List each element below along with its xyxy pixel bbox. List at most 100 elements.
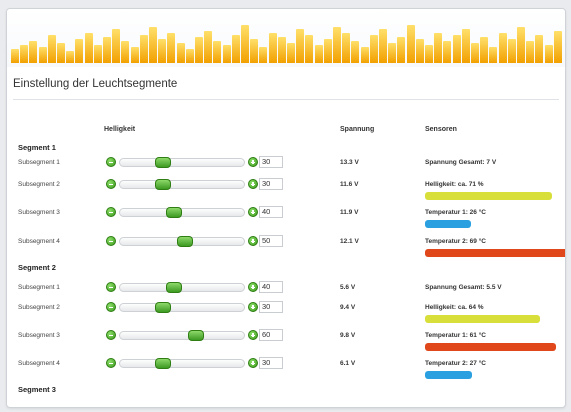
sensor-reading: Temperatur 2: 27 °C	[425, 360, 486, 367]
subsegment-label: Subsegment 2	[18, 304, 60, 311]
subsegment-label: Subsegment 3	[18, 209, 60, 216]
banner-bar	[11, 49, 19, 63]
brightness-slider[interactable]	[119, 302, 245, 313]
sensor-reading: Temperatur 1: 26 °C	[425, 209, 486, 216]
brightness-increase-button[interactable]	[248, 302, 258, 312]
brightness-decrease-button[interactable]	[106, 157, 116, 167]
banner-bar	[305, 35, 314, 63]
brightness-slider[interactable]	[119, 179, 245, 190]
banner-bar	[213, 41, 222, 63]
banner-bar	[425, 45, 433, 63]
brightness-slider[interactable]	[119, 207, 245, 218]
voltage-value: 9.4 V	[340, 304, 356, 311]
brightness-decrease-button[interactable]	[106, 358, 116, 368]
banner-bar	[231, 35, 240, 63]
brightness-increase-button[interactable]	[248, 236, 258, 246]
subsegment-label: Subsegment 1	[18, 284, 60, 291]
brightness-slider-thumb[interactable]	[155, 179, 171, 190]
voltage-value: 12.1 V	[340, 238, 359, 245]
main-panel: Einstellung der Leuchtsegmente Helligkei…	[6, 8, 566, 408]
subsegment-label: Subsegment 2	[18, 181, 60, 188]
banner-bar	[369, 35, 378, 63]
brightness-decrease-button[interactable]	[106, 302, 116, 312]
banner-bar	[38, 47, 47, 63]
brightness-value-input[interactable]: 30	[259, 301, 283, 313]
brightness-slider[interactable]	[119, 236, 245, 247]
brightness-value-input[interactable]: 40	[259, 281, 283, 293]
banner-bar	[158, 39, 167, 63]
banner-bar	[66, 51, 75, 63]
banner-bar	[553, 31, 562, 63]
banner-bar	[314, 45, 323, 63]
brightness-value-input[interactable]: 60	[259, 329, 283, 341]
banner-bar	[323, 39, 332, 63]
banner-bar	[397, 37, 406, 63]
brightness-slider-thumb[interactable]	[166, 282, 182, 293]
banner-bar	[57, 43, 65, 63]
banner-bar	[452, 35, 461, 63]
brightness-slider-thumb[interactable]	[177, 236, 193, 247]
header-banner	[7, 9, 565, 67]
banner-bar	[195, 37, 203, 63]
brightness-decrease-button[interactable]	[106, 330, 116, 340]
banner-bar	[471, 43, 479, 63]
segment-heading: Segment 1	[18, 143, 56, 152]
banner-bar	[139, 35, 148, 63]
sensor-level-bar	[425, 220, 471, 228]
brightness-slider-thumb[interactable]	[188, 330, 204, 341]
voltage-value: 5.6 V	[340, 284, 356, 291]
banner-bar	[461, 29, 470, 63]
banner-bar	[277, 37, 286, 63]
sensor-reading: Spannung Gesamt: 5.5 V	[425, 284, 502, 291]
banner-bar	[526, 41, 535, 63]
banner-bar	[360, 47, 369, 63]
brightness-decrease-button[interactable]	[106, 236, 116, 246]
banner-bar	[489, 47, 498, 63]
brightness-value-input[interactable]: 50	[259, 235, 283, 247]
subsegment-label: Subsegment 4	[18, 360, 60, 367]
sensor-level-bar	[425, 315, 540, 323]
brightness-slider-thumb[interactable]	[155, 157, 171, 168]
title-divider	[13, 99, 559, 100]
voltage-value: 11.9 V	[340, 209, 359, 216]
banner-bar	[333, 27, 341, 63]
brightness-increase-button[interactable]	[248, 179, 258, 189]
brightness-value-input[interactable]: 40	[259, 206, 283, 218]
banner-bar	[268, 33, 277, 63]
brightness-decrease-button[interactable]	[106, 282, 116, 292]
banner-bar	[241, 25, 249, 63]
brightness-increase-button[interactable]	[248, 157, 258, 167]
brightness-decrease-button[interactable]	[106, 207, 116, 217]
brightness-slider-thumb[interactable]	[166, 207, 182, 218]
brightness-value-input[interactable]: 30	[259, 178, 283, 190]
brightness-slider[interactable]	[119, 282, 245, 293]
brightness-increase-button[interactable]	[248, 330, 258, 340]
banner-bar	[93, 45, 102, 63]
brightness-decrease-button[interactable]	[106, 179, 116, 189]
voltage-value: 11.6 V	[340, 181, 359, 188]
banner-bar	[167, 33, 176, 63]
banner-bar	[379, 29, 387, 63]
brightness-slider[interactable]	[119, 157, 245, 168]
banner-bar	[176, 43, 185, 63]
brightness-value-input[interactable]: 30	[259, 156, 283, 168]
brightness-increase-button[interactable]	[248, 207, 258, 217]
brightness-slider-thumb[interactable]	[155, 358, 171, 369]
banner-bar	[20, 45, 29, 63]
subsegment-label: Subsegment 4	[18, 238, 60, 245]
banner-bar	[434, 33, 443, 63]
banner-bar-graphic	[11, 15, 563, 63]
banner-bar	[517, 27, 525, 63]
segment-heading: Segment 2	[18, 263, 56, 272]
column-header-voltage: Spannung	[340, 126, 375, 133]
brightness-increase-button[interactable]	[248, 282, 258, 292]
banner-bar	[287, 43, 295, 63]
brightness-slider[interactable]	[119, 358, 245, 369]
brightness-slider[interactable]	[119, 330, 245, 341]
brightness-value-input[interactable]: 30	[259, 357, 283, 369]
brightness-increase-button[interactable]	[248, 358, 258, 368]
sensor-level-bar	[425, 249, 565, 257]
column-header-sensors: Sensoren	[425, 126, 457, 133]
banner-bar	[342, 33, 351, 63]
brightness-slider-thumb[interactable]	[155, 302, 171, 313]
